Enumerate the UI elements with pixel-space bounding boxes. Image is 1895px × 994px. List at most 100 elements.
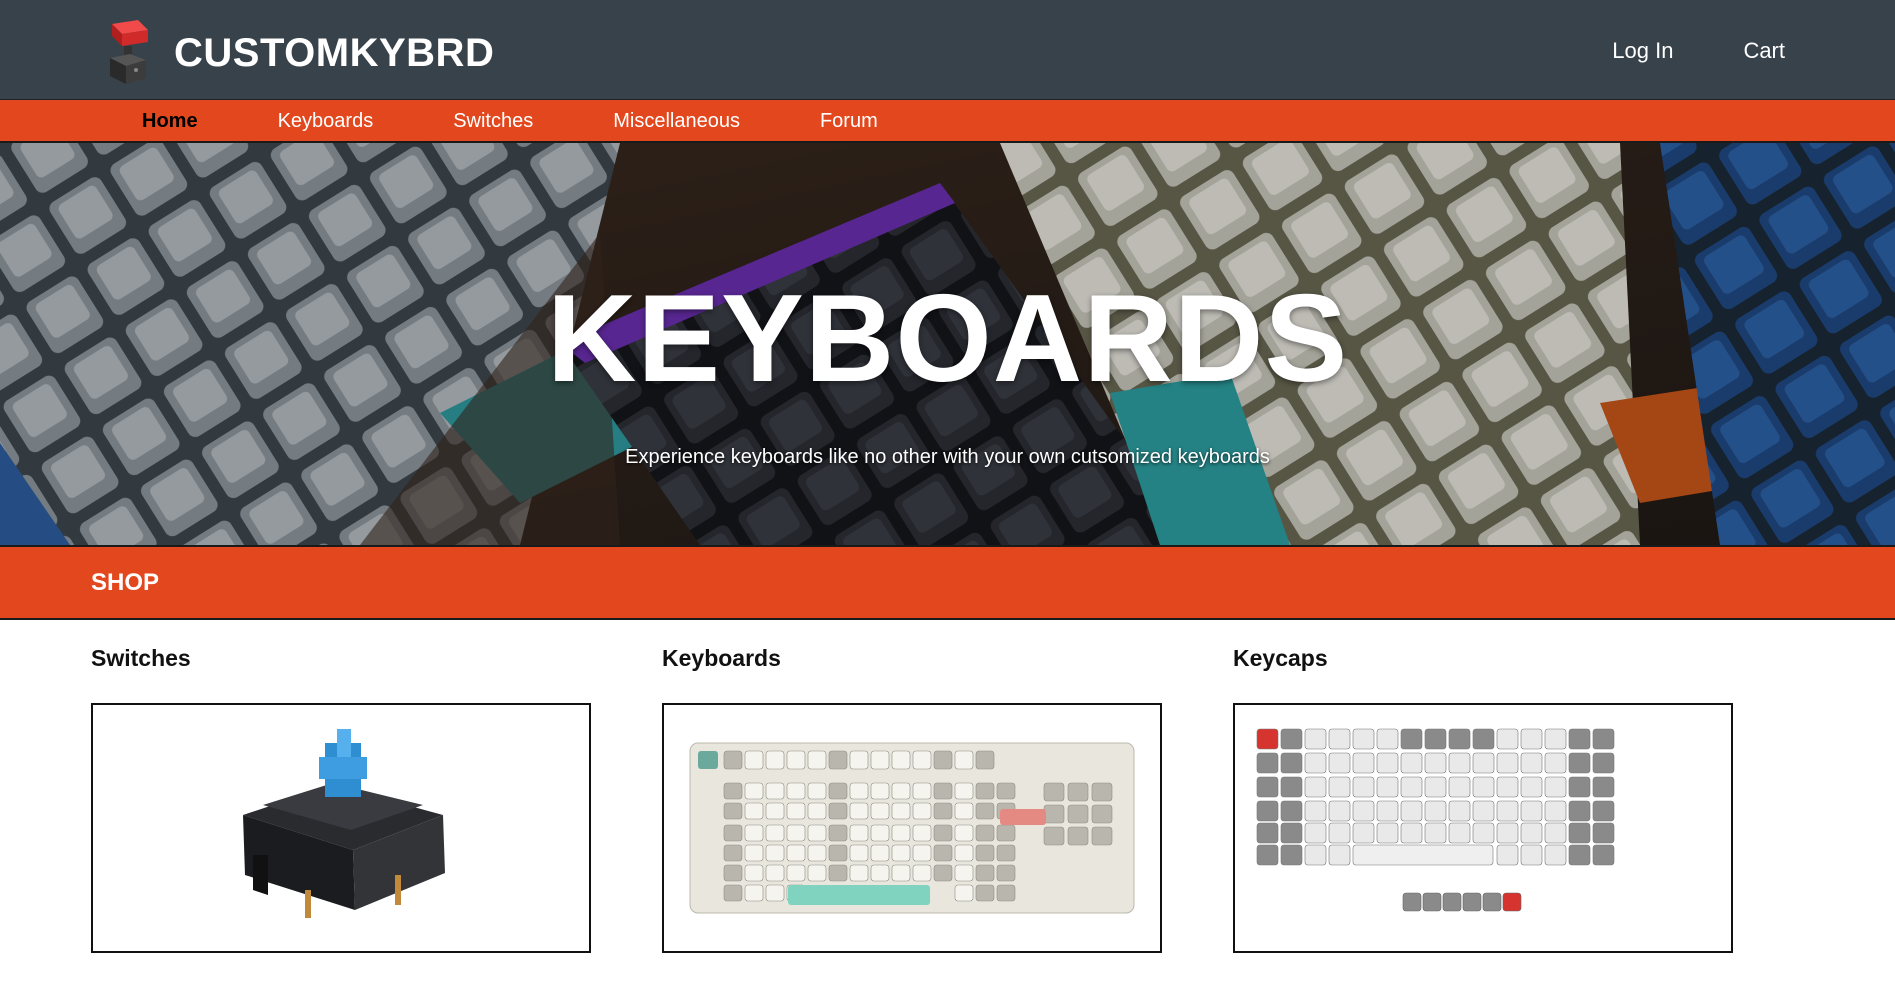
keyboard-key bbox=[954, 824, 974, 842]
keycap bbox=[1520, 728, 1543, 750]
keyboard-key bbox=[996, 884, 1016, 902]
keyboard-key bbox=[849, 782, 869, 800]
login-link[interactable]: Log In bbox=[1612, 38, 1673, 64]
keyboard-nav-key bbox=[1067, 782, 1089, 802]
keycap bbox=[1448, 800, 1471, 822]
card-title[interactable]: Switches bbox=[91, 645, 591, 685]
keyboard-key bbox=[744, 844, 764, 862]
keyboard-key bbox=[870, 802, 890, 820]
extra-keycap bbox=[1402, 892, 1422, 912]
keycap bbox=[1520, 822, 1543, 844]
keyboard-key bbox=[765, 802, 785, 820]
keyboard-key bbox=[891, 782, 911, 800]
keycap bbox=[1256, 822, 1279, 844]
keycap bbox=[1544, 728, 1567, 750]
keycap bbox=[1568, 776, 1591, 798]
keycap bbox=[1544, 822, 1567, 844]
extra-keycap bbox=[1442, 892, 1462, 912]
keycap bbox=[1568, 800, 1591, 822]
keyboard-key bbox=[954, 864, 974, 882]
keyboard-nav-key bbox=[1067, 826, 1089, 846]
keyboard-key bbox=[786, 824, 806, 842]
cart-link[interactable]: Cart bbox=[1743, 38, 1785, 64]
spacebar-key bbox=[788, 885, 930, 905]
keyboard-key bbox=[807, 802, 827, 820]
keycap bbox=[1376, 776, 1399, 798]
keyboard-key bbox=[723, 884, 743, 902]
keycap bbox=[1520, 752, 1543, 774]
keyboard-key bbox=[870, 750, 890, 770]
hero-banner: KEYBOARDS Experience keyboards like no o… bbox=[0, 143, 1895, 545]
keycap bbox=[1280, 822, 1303, 844]
keyboard-key bbox=[933, 864, 953, 882]
keyboard-key bbox=[765, 864, 785, 882]
keycap bbox=[1280, 844, 1303, 866]
keyboard-key bbox=[933, 844, 953, 862]
keyboard-key bbox=[954, 802, 974, 820]
keyboard-key bbox=[828, 750, 848, 770]
site-header: CUSTOMKYBRD Log In Cart bbox=[0, 0, 1895, 100]
extra-keycap bbox=[1422, 892, 1442, 912]
keyboard-key bbox=[912, 750, 932, 770]
keyboard-nav-key bbox=[1043, 804, 1065, 824]
nav-item-miscellaneous[interactable]: Miscellaneous bbox=[613, 110, 740, 133]
keycap bbox=[1496, 844, 1519, 866]
keycap bbox=[1568, 728, 1591, 750]
keyboards-image-card[interactable] bbox=[662, 703, 1162, 953]
keycap bbox=[1304, 776, 1327, 798]
keyboard-key bbox=[744, 782, 764, 800]
keycap bbox=[1376, 728, 1399, 750]
keyboard-key bbox=[870, 824, 890, 842]
keyboard-key bbox=[765, 884, 785, 902]
keycap bbox=[1304, 728, 1327, 750]
keycap bbox=[1448, 728, 1471, 750]
keycap bbox=[1352, 822, 1375, 844]
keyboard-key bbox=[807, 782, 827, 800]
keyboard-key bbox=[828, 824, 848, 842]
keyboard-key bbox=[975, 802, 995, 820]
keyboard-key bbox=[933, 750, 953, 770]
keyboard-key bbox=[849, 802, 869, 820]
keycap bbox=[1592, 728, 1615, 750]
nav-item-switches[interactable]: Switches bbox=[453, 110, 533, 133]
keycap bbox=[1472, 752, 1495, 774]
keyboard-key bbox=[786, 802, 806, 820]
nav-item-keyboards[interactable]: Keyboards bbox=[278, 110, 374, 133]
keyboard-key bbox=[786, 750, 806, 770]
keyboard-key bbox=[744, 802, 764, 820]
keyboard-key bbox=[807, 824, 827, 842]
card-title[interactable]: Keyboards bbox=[662, 645, 1162, 685]
keycap bbox=[1376, 822, 1399, 844]
keyswitch-logo-icon bbox=[110, 20, 148, 84]
keycaps-image-card[interactable] bbox=[1233, 703, 1733, 953]
keyboard-key bbox=[975, 782, 995, 800]
keycap bbox=[1328, 752, 1351, 774]
mechanical-switch-image bbox=[243, 729, 445, 918]
keycap bbox=[1304, 822, 1327, 844]
keyboard-key bbox=[954, 782, 974, 800]
keyboard-key bbox=[954, 884, 974, 902]
keycap bbox=[1328, 728, 1351, 750]
keycap bbox=[1328, 822, 1351, 844]
nav-item-home[interactable]: Home bbox=[142, 110, 198, 133]
switches-image-card[interactable] bbox=[91, 703, 591, 953]
keycap bbox=[1376, 800, 1399, 822]
keyboard-key bbox=[891, 750, 911, 770]
keyboard-key bbox=[744, 884, 764, 902]
keyboard-nav-key bbox=[1091, 826, 1113, 846]
keyboard-key bbox=[870, 782, 890, 800]
keycap bbox=[1328, 800, 1351, 822]
keyboard-key bbox=[786, 782, 806, 800]
card-title[interactable]: Keycaps bbox=[1233, 645, 1733, 685]
shop-card-keyboards: Keyboards bbox=[662, 645, 1162, 953]
extra-keycap bbox=[1502, 892, 1522, 912]
keyboard-key bbox=[765, 844, 785, 862]
brand[interactable]: CUSTOMKYBRD bbox=[104, 18, 494, 88]
nav-item-forum[interactable]: Forum bbox=[820, 110, 878, 133]
account-links: Log In Cart bbox=[1612, 38, 1785, 64]
shop-title: SHOP bbox=[91, 569, 160, 596]
keyboard-key bbox=[849, 844, 869, 862]
keycap bbox=[1544, 776, 1567, 798]
keyboard-key bbox=[891, 864, 911, 882]
keyboard-key bbox=[744, 824, 764, 842]
